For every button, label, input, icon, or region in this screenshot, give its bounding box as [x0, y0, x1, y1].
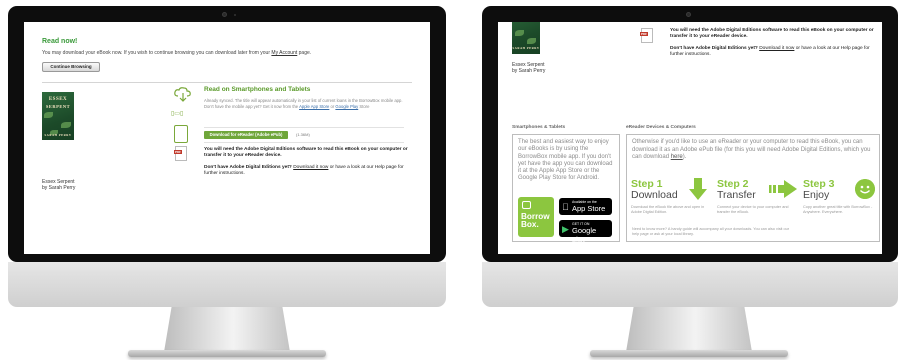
- need-more-text: Need to know more? A handy guide will ac…: [632, 227, 790, 236]
- left-monitor-chin: [8, 262, 446, 307]
- book-caption: Essex Serpent by Sarah Perry: [512, 62, 545, 74]
- read-on-text: Already synced. The title will appear au…: [204, 98, 403, 109]
- smiley-icon: [855, 179, 875, 199]
- camera-icon: [222, 12, 227, 17]
- google-play-link[interactable]: Google Play: [335, 104, 358, 109]
- app-store-link[interactable]: Apple App Store: [299, 104, 329, 109]
- transfer-arrow-icon: [769, 180, 797, 198]
- file-size: (1.36M): [296, 132, 310, 137]
- step1-desc: Download the eBook file above and open i…: [631, 205, 705, 214]
- step2-desc: Connect your device to your computer and…: [717, 205, 789, 214]
- download-arrow-icon: [689, 178, 707, 200]
- right-monitor-foot: [590, 350, 788, 357]
- right-screen: SARAH PERRY Essex Serpent by Sarah Perry…: [498, 22, 882, 254]
- smartphones-panel: The best and easiest way to enjoy our eB…: [512, 134, 620, 244]
- right-monitor: SARAH PERRY Essex Serpent by Sarah Perry…: [482, 6, 898, 360]
- step3-desc: Copy another great title with BorrowBox …: [803, 205, 873, 214]
- play-icon: ▶: [562, 224, 569, 234]
- stage: Read now! You may download your eBook no…: [0, 0, 904, 360]
- book-caption: Essex Serpent by Sarah Perry: [42, 179, 75, 191]
- devices-icon: ▯▭▯: [171, 111, 184, 117]
- smartphones-text: The best and easiest way to enjoy our eB…: [518, 139, 613, 182]
- continue-browsing-button[interactable]: Continue Browsing: [42, 62, 100, 72]
- right-monitor-stand: [626, 307, 752, 352]
- ade-help-note: Don't have Adobe Digital Editions yet? D…: [670, 46, 870, 57]
- app-store-badge[interactable]:  Available on the App Store: [559, 198, 612, 215]
- download-message: You may download your eBook now. If you …: [42, 50, 312, 56]
- ade-required-note: You will need the Adobe Digital Editions…: [670, 28, 874, 39]
- step1-word: Download: [631, 189, 678, 201]
- apple-icon: : [562, 202, 569, 212]
- ereader-panel: Otherwise if you'd like to use an eReade…: [626, 134, 880, 242]
- divider: [204, 142, 404, 143]
- read-on-heading: Read on Smartphones and Tablets: [204, 86, 311, 93]
- book-cover: SARAH PERRY: [512, 22, 540, 54]
- pdf-icon: PDF: [174, 146, 187, 161]
- download-ereader-button[interactable]: Download for eReader (Adobe ePub): [204, 131, 288, 139]
- left-monitor-stand: [164, 307, 290, 352]
- cloud-download-icon: [174, 87, 191, 102]
- smartphones-heading: Smartphones & Tablets: [512, 125, 566, 130]
- my-account-link[interactable]: My Account: [271, 50, 297, 56]
- left-monitor: Read now! You may download your eBook no…: [8, 6, 446, 360]
- camera-icon: [686, 12, 691, 17]
- download-ade-link[interactable]: Download it now: [293, 165, 328, 170]
- step3-word: Enjoy: [803, 189, 830, 201]
- book-author: by Sarah Perry: [512, 68, 546, 74]
- book-author: by Sarah Perry: [42, 185, 76, 191]
- left-screen: Read now! You may download your eBook no…: [24, 22, 430, 254]
- download-ade-link[interactable]: Download it now: [759, 46, 794, 51]
- right-monitor-chin: [482, 262, 898, 307]
- book-cover: ESSEX SERPENT SARAH PERRY: [42, 92, 74, 140]
- left-monitor-bezel: Read now! You may download your eBook no…: [8, 6, 446, 262]
- borrowbox-app-logo[interactable]: Borrow Box.: [518, 197, 554, 237]
- pdf-icon: PDF: [640, 28, 653, 43]
- ade-required-note: You will need the Adobe Digital Editions…: [204, 147, 408, 158]
- ade-help-note: Don't have Adobe Digital Editions yet? D…: [204, 165, 404, 176]
- read-now-heading: Read now!: [42, 38, 78, 45]
- step2-word: Transfer: [717, 189, 756, 201]
- right-monitor-bezel: SARAH PERRY Essex Serpent by Sarah Perry…: [482, 6, 898, 262]
- left-monitor-foot: [128, 350, 326, 357]
- ereader-heading: eReader Devices & Computers: [626, 125, 696, 130]
- chat-icon: [522, 201, 531, 209]
- ade-here-link[interactable]: here: [671, 154, 683, 160]
- ereader-icon: [174, 125, 188, 143]
- google-play-badge[interactable]: ▶ GET IT ON Google play: [559, 220, 612, 244]
- ereader-text: Otherwise if you'd like to use an eReade…: [632, 139, 871, 160]
- divider: [204, 127, 404, 128]
- divider: [42, 82, 412, 83]
- sensor-icon: [234, 14, 236, 16]
